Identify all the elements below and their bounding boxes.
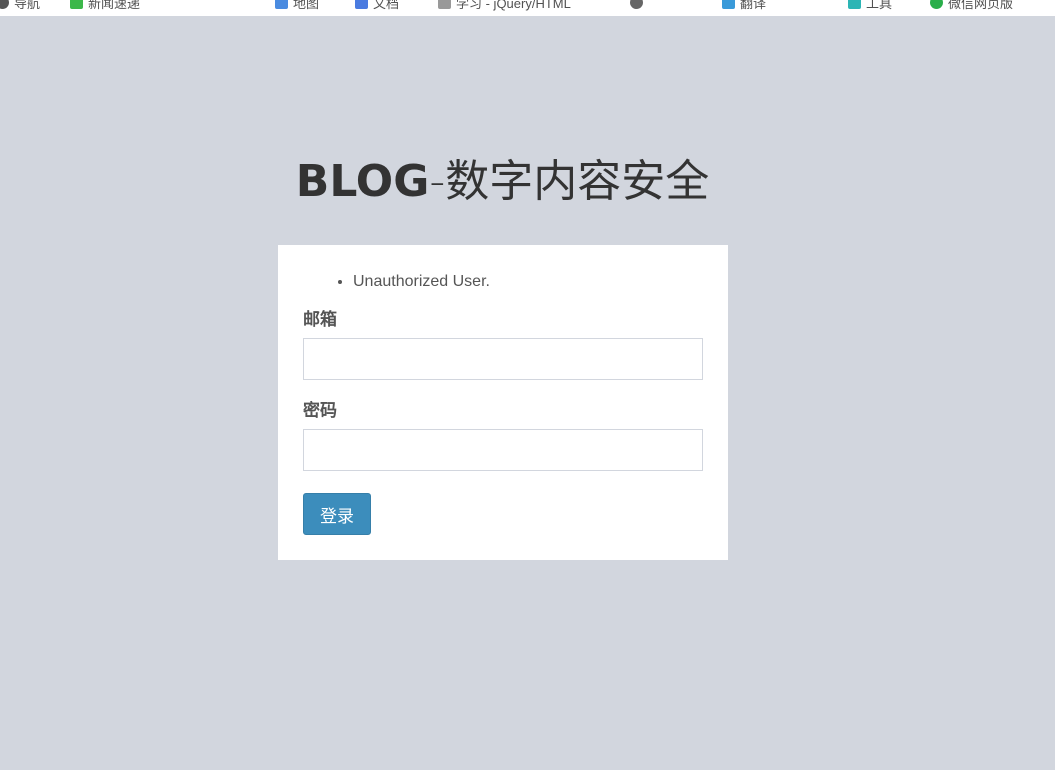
bookmark-item[interactable]: 文档 [355, 0, 399, 11]
bookmark-item[interactable]: 翻译 [722, 0, 766, 11]
bookmark-item[interactable]: 工具 [848, 0, 892, 11]
error-message: Unauthorized User. [353, 270, 703, 294]
logo-bold-text: BLOG [295, 156, 430, 207]
bookmark-item[interactable] [630, 0, 648, 10]
chat-icon [930, 0, 943, 9]
bookmarks-bar: 导航 新闻速递 地图 文档 学习 - jQuery/HTML 翻译 工具 微信网… [0, 0, 1055, 16]
login-button[interactable]: 登录 [303, 493, 371, 535]
email-label: 邮箱 [303, 310, 337, 329]
bookmark-item[interactable]: 新闻速递 [70, 0, 140, 11]
globe-icon [0, 0, 9, 9]
bookmark-icon [70, 0, 83, 9]
clock-icon [630, 0, 643, 9]
bookmark-item[interactable]: 导航 [0, 0, 40, 11]
email-field[interactable] [303, 338, 703, 380]
login-box: Unauthorized User. 邮箱 密码 登录 [278, 245, 728, 560]
bookmark-item[interactable]: 地图 [275, 0, 319, 11]
password-field[interactable] [303, 429, 703, 471]
folder-icon [438, 0, 451, 9]
logo-rest-text: -数字内容安全 [429, 156, 710, 207]
bookmark-item[interactable]: 微信网页版 [930, 0, 1013, 11]
bookmark-item[interactable]: 学习 - jQuery/HTML [438, 0, 571, 11]
error-list: Unauthorized User. [303, 270, 703, 294]
password-label: 密码 [303, 401, 337, 420]
tool-icon [848, 0, 861, 9]
plane-icon [722, 0, 735, 9]
login-logo[interactable]: BLOG-数字内容安全 [0, 150, 1005, 214]
doc-icon [355, 0, 368, 9]
person-icon [275, 0, 288, 9]
